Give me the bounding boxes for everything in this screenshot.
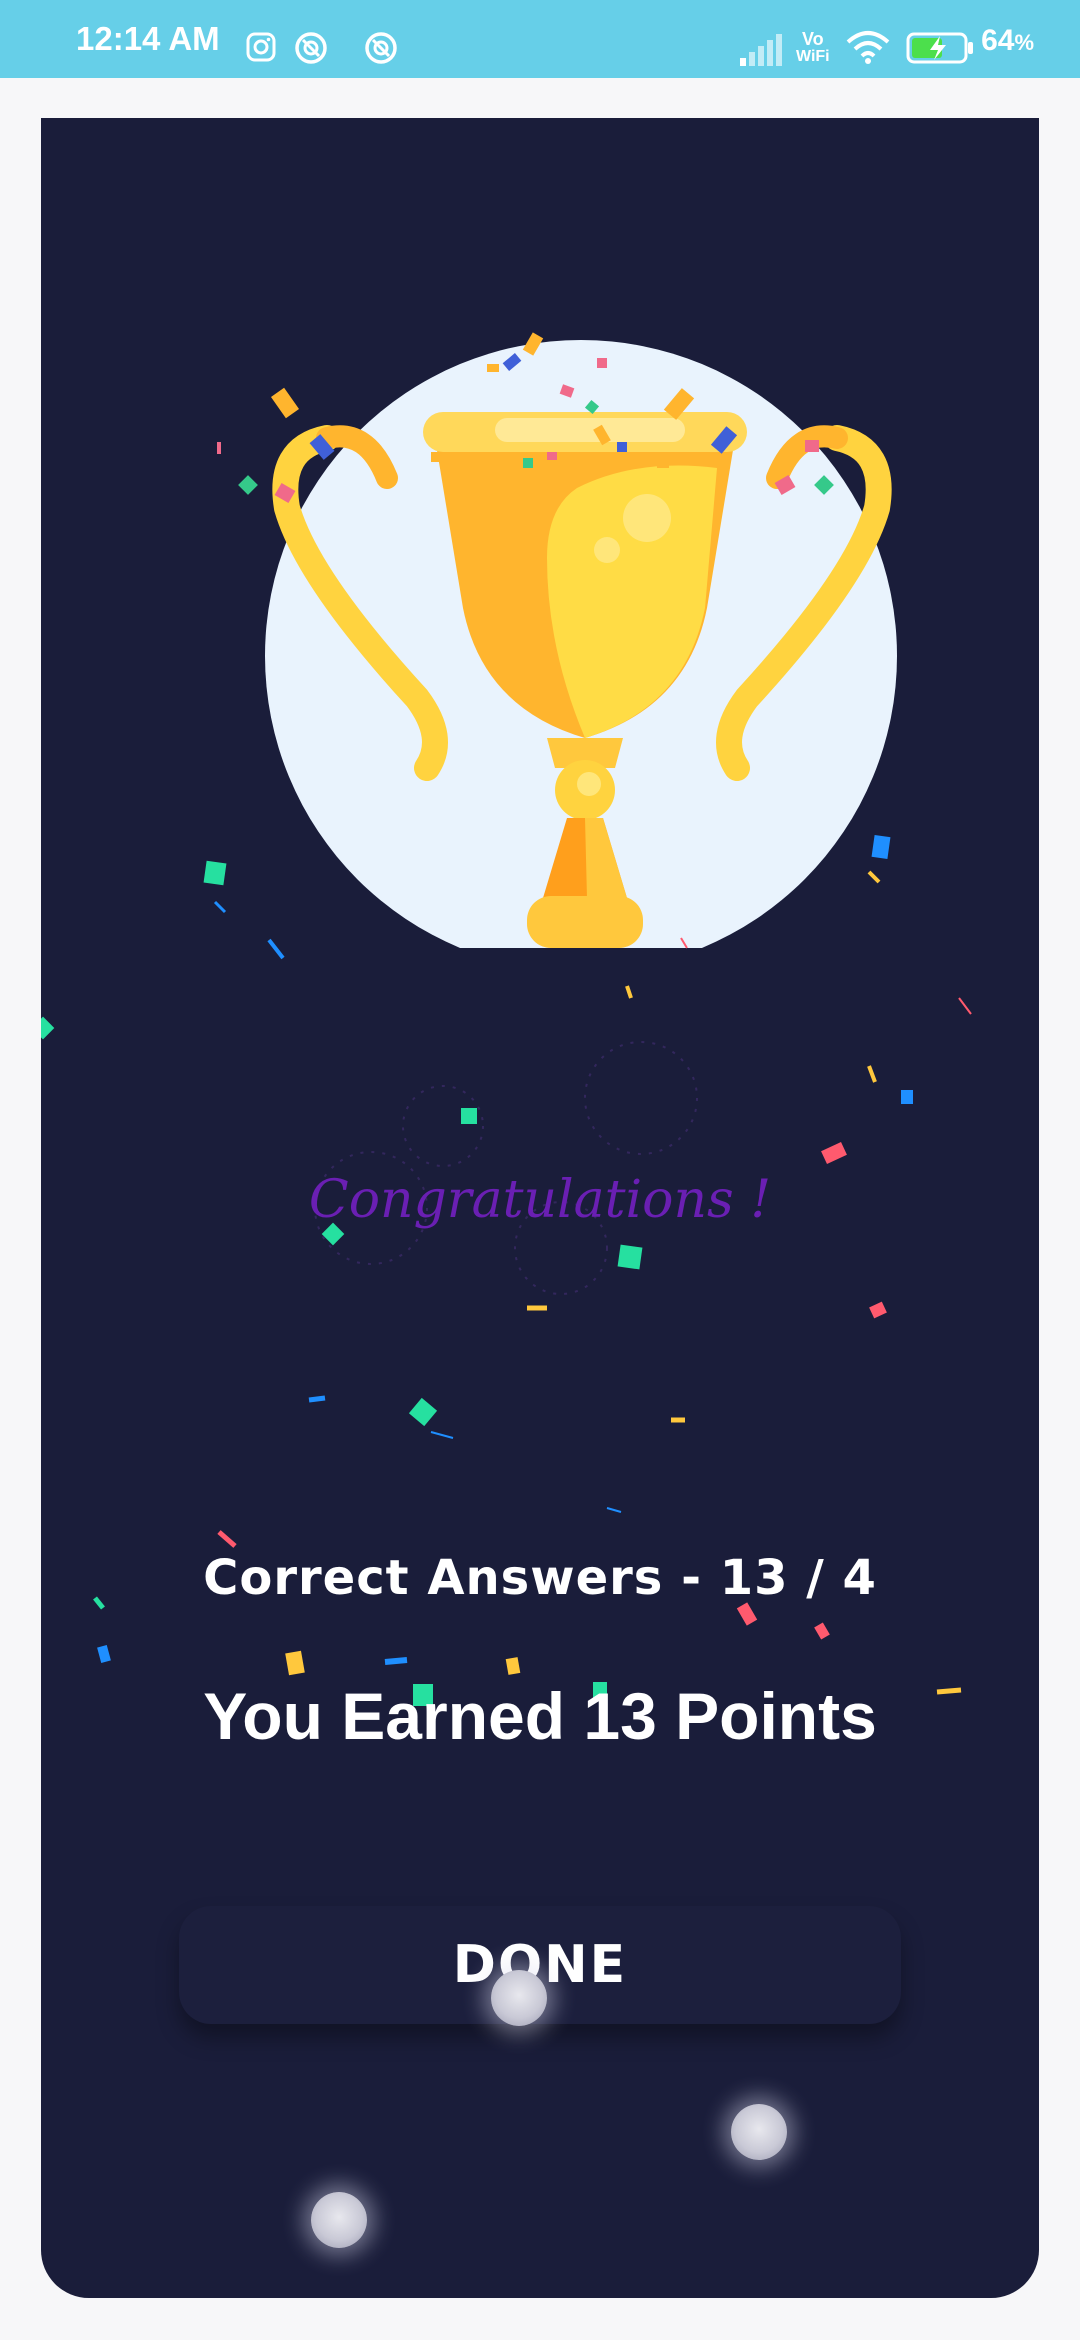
status-bar: 12:14 AM Vo WiFi 64% [0,0,1080,78]
status-time: 12:14 AM [76,20,220,57]
points-earned-text: You Earned 13 Points [203,1679,877,1753]
floating-orb [311,2192,367,2248]
instagram-icon [246,32,276,66]
vowifi-icon: Vo WiFi [796,29,830,65]
congratulations-text: Congratulations ! [308,1170,772,1230]
floating-orb [491,1970,547,2026]
battery-percent: 64% [981,24,1034,57]
result-card: Congratulations ! Correct Answers - 13 /… [41,118,1039,2298]
app-notification-icon [294,31,328,69]
wifi-icon [846,30,890,68]
correct-answers-text: Correct Answers - 13 / 4 [203,1550,877,1606]
battery-charging-icon [906,32,974,68]
signal-icon [740,34,782,70]
floating-orb [731,2104,787,2160]
app-notification-icon [364,31,398,69]
